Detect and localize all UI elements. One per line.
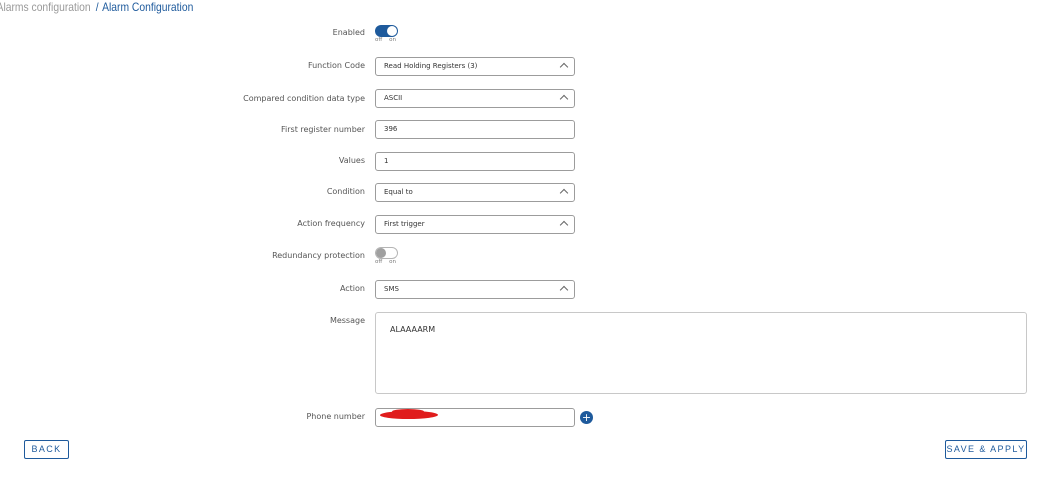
action-frequency-value: First trigger: [384, 220, 425, 228]
redundancy-label: Redundancy protection: [272, 251, 365, 260]
data-type-value: ASCII: [384, 94, 403, 102]
condition-select[interactable]: Equal to: [375, 183, 575, 202]
breadcrumb-current: Alarm Configuration: [102, 0, 194, 14]
breadcrumb: Alarms configuration / Alarm Configuration: [0, 0, 193, 14]
first-register-input[interactable]: 396: [375, 120, 575, 139]
toggle-on-text: on: [389, 37, 397, 43]
enabled-toggle-labels: off on: [375, 37, 396, 43]
data-type-select[interactable]: ASCII: [375, 89, 575, 108]
action-frequency-label: Action frequency: [297, 219, 365, 228]
breadcrumb-parent-link[interactable]: Alarms configuration: [0, 0, 91, 14]
message-value: ALAAAARM: [390, 325, 436, 334]
enabled-toggle[interactable]: [375, 25, 398, 37]
action-value: SMS: [384, 285, 399, 293]
values-input[interactable]: 1: [375, 152, 575, 171]
message-label: Message: [329, 316, 365, 325]
redaction-mark: [392, 409, 424, 414]
action-frequency-select[interactable]: First trigger: [375, 215, 575, 234]
phone-label: Phone number: [306, 412, 365, 421]
add-phone-button[interactable]: +: [580, 411, 593, 424]
toggle-knob: [387, 26, 397, 36]
toggle-off-text: off: [375, 37, 383, 43]
action-select[interactable]: SMS: [375, 280, 575, 299]
toggle-off-text: off: [375, 259, 383, 265]
back-button[interactable]: BACK: [24, 440, 69, 459]
function-code-label: Function Code: [307, 61, 365, 70]
breadcrumb-separator: /: [95, 0, 99, 14]
redundancy-toggle[interactable]: [375, 247, 398, 259]
action-label: Action: [339, 284, 365, 293]
function-code-select[interactable]: Read Holding Registers (3): [375, 57, 575, 76]
condition-label: Condition: [326, 187, 365, 196]
toggle-knob: [376, 248, 386, 258]
first-register-value: 396: [384, 125, 398, 133]
message-textarea[interactable]: ALAAAARM: [375, 312, 1027, 394]
function-code-value: Read Holding Registers (3): [384, 62, 478, 70]
toggle-on-text: on: [389, 259, 397, 265]
values-value: 1: [384, 157, 389, 165]
data-type-label: Compared condition data type: [243, 94, 365, 103]
condition-value: Equal to: [384, 188, 413, 196]
first-register-label: First register number: [281, 125, 365, 134]
save-apply-button[interactable]: SAVE & APPLY: [945, 440, 1027, 459]
redundancy-toggle-labels: off on: [375, 259, 396, 265]
values-label: Values: [338, 156, 365, 165]
enabled-label: Enabled: [332, 28, 365, 37]
